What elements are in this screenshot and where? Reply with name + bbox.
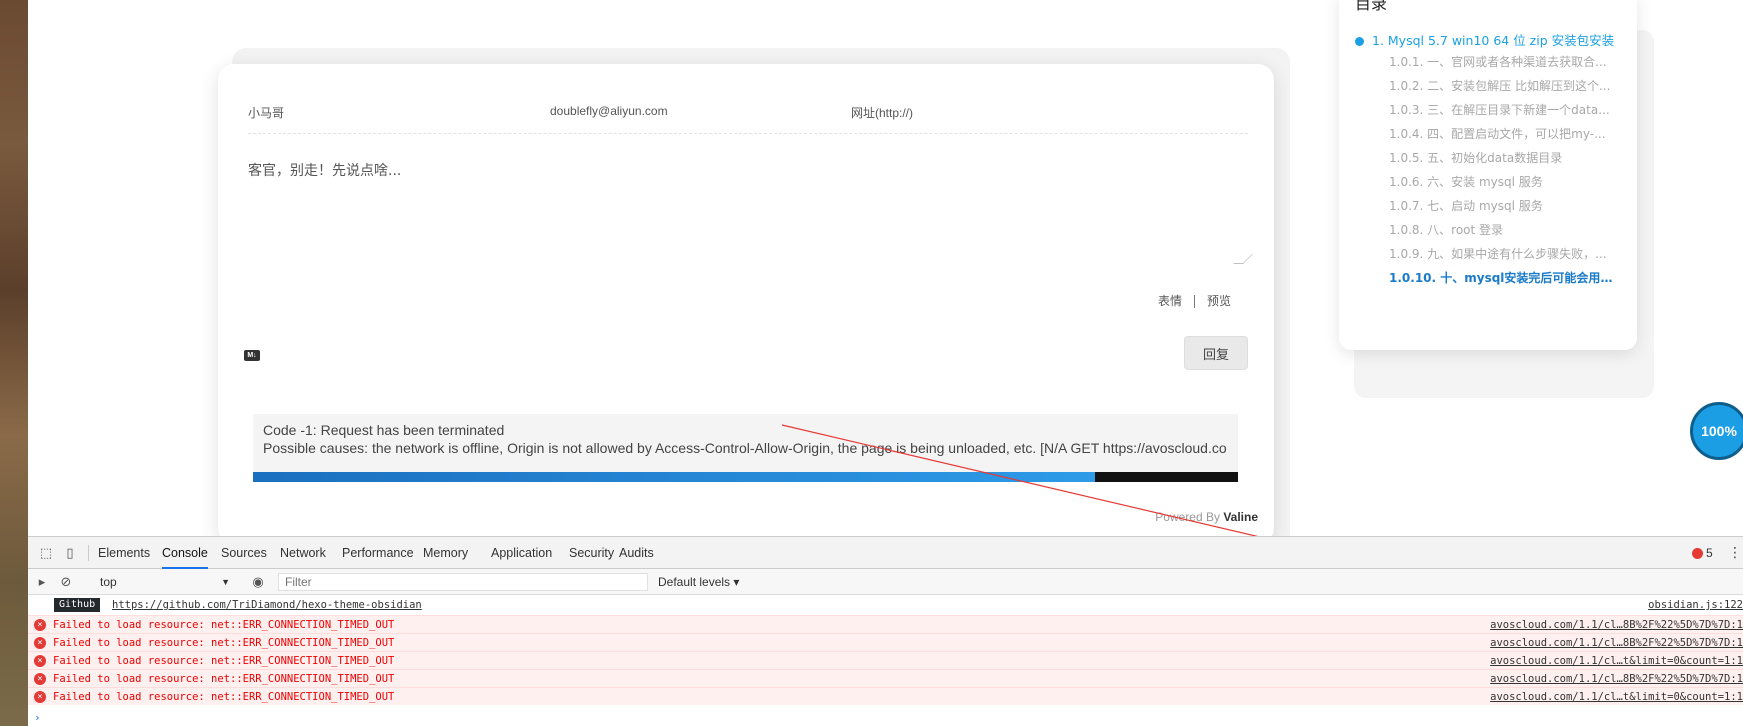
error-message: Failed to load resource: net::ERR_CONNEC… (53, 619, 395, 631)
error-icon: × (34, 637, 46, 649)
log-row-error: × Failed to load resource: net::ERR_CONNE… (28, 669, 1743, 687)
comment-textarea[interactable]: 客官，别走！先说点啥... (248, 160, 401, 180)
tab-sources[interactable]: Sources (221, 537, 267, 569)
email-input[interactable]: doublefly@aliyun.com (550, 104, 668, 118)
context-value: top (100, 575, 117, 589)
inspect-element-icon[interactable]: ⬚ (38, 545, 54, 561)
chevron-down-icon: ▼ (221, 577, 230, 587)
devtools-tabbar: ⬚ ▯ Elements Console Sources Network Perform… (28, 537, 1743, 569)
powered-by: Powered By Valine (1068, 510, 1258, 524)
tab-performance[interactable]: Performance (342, 537, 414, 569)
error-source-link[interactable]: avoscloud.com/1.1/cl…t&limit=0&count=1:1 (1490, 688, 1743, 705)
log-row-error: × Failed to load resource: net::ERR_CONNE… (28, 615, 1743, 633)
toc-item[interactable]: 1.0.2. 二、安装包解压 比如解压到这个... (1389, 77, 1617, 94)
error-message: Failed to load resource: net::ERR_CONNEC… (53, 637, 395, 649)
toc-item[interactable]: 1.0.3. 三、在解压目录下新建一个data... (1389, 101, 1617, 118)
log-row-info: Github https://github.com/TriDiamond/hex… (28, 595, 1743, 615)
error-icon (1692, 548, 1703, 560)
error-count-text: 5 (1706, 546, 1713, 560)
error-code-line: Code -1: Request has been terminated (263, 422, 505, 438)
background-photo-strip (0, 0, 28, 726)
log-row-error: × Failed to load resource: net::ERR_CONNE… (28, 651, 1743, 669)
toc-title: 目录 (1355, 0, 1388, 13)
error-source-link[interactable]: avoscloud.com/1.1/cl…8B%2F%22%5D%7D%7D:1 (1490, 616, 1743, 633)
comment-meta-row: 小马哥 doublefly@aliyun.com 网址(http://) (248, 94, 1248, 134)
error-icon: × (34, 691, 46, 703)
error-message: Failed to load resource: net::ERR_CONNEC… (53, 673, 395, 685)
blog-page: 小马哥 doublefly@aliyun.com 网址(http://) 客官，… (28, 0, 1743, 548)
devtools-panel: ⬚ ▯ Elements Console Sources Network Perform… (28, 536, 1743, 726)
error-source-link[interactable]: avoscloud.com/1.1/cl…8B%2F%22%5D%7D%7D:1 (1490, 634, 1743, 651)
tool-divider (1194, 295, 1196, 309)
tab-elements[interactable]: Elements (98, 537, 150, 569)
reply-button[interactable]: 回复 (1184, 336, 1248, 370)
error-source-link[interactable]: avoscloud.com/1.1/cl…8B%2F%22%5D%7D%7D:1 (1490, 670, 1743, 687)
comment-card: 小马哥 doublefly@aliyun.com 网址(http://) 客官，… (218, 64, 1274, 544)
tab-application[interactable]: Application (491, 537, 552, 569)
toc-item[interactable]: 1.0.8. 八、root 登录 (1389, 221, 1617, 238)
github-link[interactable]: https://github.com/TriDiamond/hexo-theme… (112, 595, 422, 615)
console-output: Github https://github.com/TriDiamond/hex… (28, 595, 1743, 726)
clear-console-icon[interactable]: ⊘ (58, 574, 74, 590)
more-options-icon[interactable]: ⋮ (1728, 544, 1742, 561)
request-progress-bar (253, 472, 1238, 482)
error-icon: × (34, 655, 46, 667)
toc-item[interactable]: 1.0.9. 九、如果中途有什么步骤失败，... (1389, 245, 1617, 262)
tab-network[interactable]: Network (280, 537, 326, 569)
textarea-resize-handle[interactable] (1233, 254, 1253, 264)
emoji-button[interactable]: 表情 (1158, 294, 1182, 308)
live-expression-eye-icon[interactable]: ◉ (250, 574, 266, 590)
zoom-level-badge[interactable]: 100% (1690, 402, 1743, 460)
toc-item[interactable]: 1.0.5. 五、初始化data数据目录 (1389, 149, 1617, 166)
log-row-error: × Failed to load resource: net::ERR_CONNE… (28, 633, 1743, 651)
link-input[interactable]: 网址(http://) (851, 104, 913, 121)
toc-panel: 目录 1. Mysql 5.7 win10 64 位 zip 安装包安装 1.0… (1339, 0, 1637, 350)
tab-security[interactable]: Security (569, 537, 614, 569)
tab-memory[interactable]: Memory (423, 537, 468, 569)
toolbar-divider (88, 545, 89, 561)
error-source-link[interactable]: avoscloud.com/1.1/cl…t&limit=0&count=1:1 (1490, 652, 1743, 669)
error-message: Failed to load resource: net::ERR_CONNEC… (53, 691, 395, 703)
error-icon: × (34, 619, 46, 631)
valine-link[interactable]: Valine (1223, 510, 1258, 524)
log-source-link[interactable]: obsidian.js:122 (1648, 595, 1743, 615)
device-toolbar-icon[interactable]: ▯ (62, 545, 78, 561)
nick-input[interactable]: 小马哥 (248, 104, 284, 121)
toc-main-label: 1. Mysql 5.7 win10 64 位 zip 安装包安装 (1372, 33, 1615, 48)
progress-fill (253, 472, 1096, 482)
markdown-icon[interactable]: M↓ (244, 350, 260, 361)
preview-button[interactable]: 预览 (1207, 294, 1231, 308)
error-message: Failed to load resource: net::ERR_CONNEC… (53, 655, 395, 667)
console-filter-input[interactable] (278, 573, 648, 591)
powered-prefix: Powered By (1155, 510, 1224, 524)
tab-console[interactable]: Console (162, 537, 208, 569)
toc-item[interactable]: 1.0.4. 四、配置启动文件，可以把my-... (1389, 125, 1617, 142)
log-row-error: × Failed to load resource: net::ERR_CONNE… (28, 687, 1743, 705)
log-levels-dropdown[interactable]: Default levels ▾ (658, 573, 739, 591)
context-select[interactable]: top ▼ (98, 573, 230, 591)
console-prompt-icon[interactable]: › (34, 711, 41, 724)
console-toolbar: ▸ ⊘ top ▼ ◉ Default levels ▾ (28, 569, 1743, 595)
toc-main-item[interactable]: 1. Mysql 5.7 win10 64 位 zip 安装包安装 (1355, 30, 1614, 49)
toc-active-dot-icon (1355, 37, 1364, 46)
toc-item[interactable]: 1.0.7. 七、启动 mysql 服务 (1389, 197, 1617, 214)
error-message-box: Code -1: Request has been terminated Pos… (253, 414, 1238, 474)
github-badge: Github (54, 598, 101, 612)
tab-audits[interactable]: Audits (619, 537, 654, 569)
error-counter[interactable]: 5 (1692, 546, 1713, 560)
editor-tools: 表情 预览 (1158, 292, 1231, 309)
toc-item[interactable]: 1.0.10. 十、mysql安装完后可能会用到... (1389, 269, 1617, 286)
sidebar-toggle-icon[interactable]: ▸ (34, 574, 50, 590)
toc-item[interactable]: 1.0.1. 一、官网或者各种渠道去获取合... (1389, 53, 1617, 70)
error-icon: × (34, 673, 46, 685)
error-causes-line: Possible causes: the network is offline,… (263, 440, 1227, 456)
toc-item[interactable]: 1.0.6. 六、安装 mysql 服务 (1389, 173, 1617, 190)
